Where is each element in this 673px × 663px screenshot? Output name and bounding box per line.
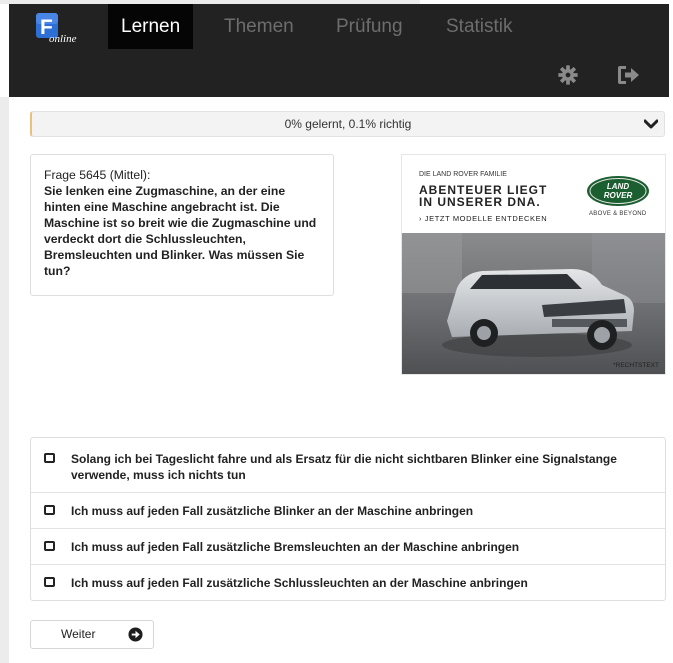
checkbox-icon[interactable] xyxy=(44,577,55,587)
ad-brand-line2: ROVER xyxy=(604,191,633,200)
question-box: Frage 5645 (Mittel): Sie lenken eine Zug… xyxy=(30,154,334,296)
question-text: Sie lenken eine Zugmaschine, an der eine… xyxy=(44,184,317,278)
app-logo[interactable]: F online xyxy=(35,12,87,47)
answer-text: Ich muss auf jeden Fall zusätzliche Brem… xyxy=(71,540,520,554)
ad-family-label: DIE LAND ROVER FAMILIE xyxy=(419,171,507,178)
logo-text: online xyxy=(49,33,77,45)
progress-text: 0% gelernt, 0.1% richtig xyxy=(284,117,412,131)
answer-option[interactable]: Ich muss auf jeden Fall zusätzliche Blin… xyxy=(31,492,665,528)
tab-pruefung[interactable]: Prüfung xyxy=(336,4,403,49)
ad-brand-line1: LAND xyxy=(607,182,629,191)
checkbox-icon[interactable] xyxy=(44,541,55,551)
ad-headline: ABENTEUER LIEGT IN UNSERER DNA. xyxy=(419,184,589,208)
tab-lernen[interactable]: Lernen xyxy=(108,4,194,49)
answer-list: Solang ich bei Tageslicht fahre und als … xyxy=(30,437,666,601)
answer-text: Ich muss auf jeden Fall zusätzliche Schl… xyxy=(71,576,528,590)
next-button[interactable]: Weiter xyxy=(30,620,154,649)
ad-legal-text: *RECHTSTEXT xyxy=(613,362,659,369)
tab-statistik[interactable]: Statistik xyxy=(446,4,513,49)
logout-icon[interactable] xyxy=(617,64,641,86)
gear-icon[interactable] xyxy=(557,64,579,86)
answer-text: Ich muss auf jeden Fall zusätzliche Blin… xyxy=(71,504,474,518)
ad-cta-link[interactable]: › JETZT MODELLE ENTDECKEN xyxy=(419,214,547,223)
question-id: Frage 5645 (Mittel): xyxy=(44,168,151,182)
top-navbar: F online Lernen Themen Prüfung Statistik xyxy=(9,4,669,97)
next-button-label: Weiter xyxy=(61,627,96,641)
ad-headline-line2: IN UNSERER DNA. xyxy=(419,195,541,209)
answer-option[interactable]: Solang ich bei Tageslicht fahre und als … xyxy=(31,438,665,492)
ad-motto: ABOVE & BEYOND xyxy=(589,211,647,217)
arrow-right-circle-icon xyxy=(128,627,143,642)
chevron-down-icon[interactable] xyxy=(644,118,658,130)
tab-themen[interactable]: Themen xyxy=(224,4,294,49)
land-rover-logo: LAND ROVER xyxy=(587,176,649,206)
left-gutter xyxy=(0,97,9,663)
progress-bar[interactable]: 0% gelernt, 0.1% richtig xyxy=(30,111,665,137)
car-photo xyxy=(402,233,665,374)
answer-text: Solang ich bei Tageslicht fahre und als … xyxy=(71,452,617,482)
checkbox-icon[interactable] xyxy=(44,453,55,463)
answer-option[interactable]: Ich muss auf jeden Fall zusätzliche Brem… xyxy=(31,528,665,564)
answer-option[interactable]: Ich muss auf jeden Fall zusätzliche Schl… xyxy=(31,564,665,600)
checkbox-icon[interactable] xyxy=(44,505,55,515)
advertisement-banner[interactable]: DIE LAND ROVER FAMILIE ABENTEUER LIEGT I… xyxy=(401,154,666,375)
